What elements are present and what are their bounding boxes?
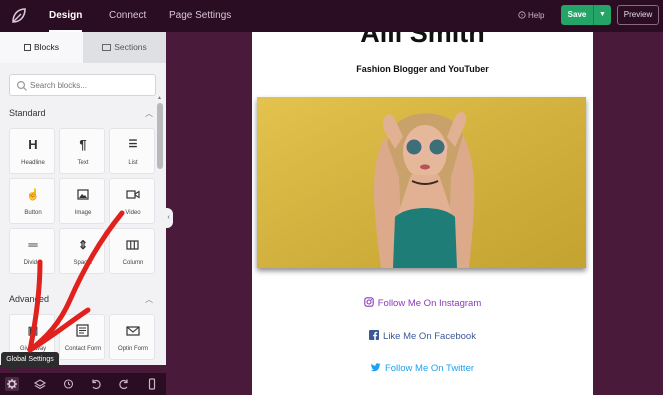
tab-blocks-label: Blocks xyxy=(33,42,60,52)
facebook-link[interactable]: Like Me On Facebook xyxy=(252,330,593,342)
block-label: Optin Form xyxy=(117,346,148,352)
block-contact-form[interactable]: Contact Form xyxy=(59,314,105,360)
standard-heading-label: Standard xyxy=(9,108,46,118)
sidebar-panel: Blocks Sections Standard ︿ H Headline ¶ … xyxy=(0,32,166,365)
block-image[interactable]: Image xyxy=(59,178,105,224)
layers-icon[interactable] xyxy=(33,377,47,391)
hero-photo-illustration xyxy=(257,97,586,268)
mail-icon xyxy=(126,326,140,336)
chevron-up-icon[interactable]: ︿ xyxy=(145,294,153,305)
sections-layout-icon xyxy=(102,44,112,51)
divider-icon: ═ xyxy=(28,237,38,252)
twitter-link-label: Follow Me On Twitter xyxy=(384,363,475,374)
advanced-heading-label: Advanced xyxy=(9,294,50,304)
collapse-sidebar-chevron-icon[interactable]: ‹ xyxy=(164,208,173,228)
block-spacer[interactable]: ⇕ Spacer xyxy=(59,228,105,274)
hero-image[interactable] xyxy=(257,97,586,268)
global-settings-tooltip: Global Settings xyxy=(1,352,59,372)
gift-icon: ▣ xyxy=(27,325,39,337)
chevron-up-icon[interactable]: ︿ xyxy=(145,108,153,119)
help-circle-icon: ? xyxy=(518,11,526,19)
save-button[interactable]: Save xyxy=(561,5,593,25)
block-label: Button xyxy=(24,210,42,216)
block-text[interactable]: ¶ Text xyxy=(59,128,105,174)
block-label: Spacer xyxy=(73,260,93,266)
save-options-chevron-down-icon[interactable]: ▼ xyxy=(593,5,611,25)
pointer-icon: ☝ xyxy=(26,189,40,201)
mobile-preview-icon[interactable] xyxy=(145,377,159,391)
scrollbar-thumb[interactable] xyxy=(157,103,163,169)
svg-text:?: ? xyxy=(521,13,524,19)
search-blocks-input[interactable] xyxy=(30,78,150,93)
gear-icon[interactable] xyxy=(5,377,19,391)
block-label: Contact Form xyxy=(64,346,102,352)
block-label: List xyxy=(128,160,138,166)
search-icon xyxy=(16,80,27,91)
block-video[interactable]: Video xyxy=(109,178,155,224)
sidebar-scrollbar[interactable]: ▲ ▼ xyxy=(157,95,164,365)
form-icon xyxy=(76,324,89,337)
block-label: Video xyxy=(125,210,141,216)
tab-page-settings[interactable]: Page Settings xyxy=(169,0,231,32)
video-icon xyxy=(126,190,140,199)
twitter-icon xyxy=(370,363,381,372)
landing-page-canvas[interactable]: Alli Smith Fashion Blogger and YouTuber xyxy=(252,32,593,395)
panel-tabs: Blocks Sections xyxy=(0,32,166,63)
list-icon: ☰ xyxy=(128,139,138,150)
page-title[interactable]: Alli Smith xyxy=(252,32,593,49)
scroll-up-icon[interactable]: ▲ xyxy=(157,95,162,101)
block-divider[interactable]: ═ Divider xyxy=(9,228,55,274)
tab-design[interactable]: Design xyxy=(49,0,83,32)
blocks-grid-icon xyxy=(23,44,31,51)
history-icon[interactable] xyxy=(61,377,75,391)
preview-button[interactable]: Preview xyxy=(617,5,659,25)
facebook-link-label: Like Me On Facebook xyxy=(383,331,476,342)
redo-icon[interactable] xyxy=(117,377,131,391)
page-subtitle[interactable]: Fashion Blogger and YouTuber xyxy=(252,64,593,74)
tab-connect[interactable]: Connect xyxy=(109,0,146,32)
save-button-group: Save ▼ xyxy=(561,5,611,25)
block-label: Divider xyxy=(23,260,43,266)
tab-blocks[interactable]: Blocks xyxy=(0,32,83,63)
bottom-toolbar xyxy=(0,373,166,395)
seedprod-logo-icon[interactable] xyxy=(9,6,29,26)
heading-icon: H xyxy=(28,137,38,152)
block-list[interactable]: ☰ List xyxy=(109,128,155,174)
instagram-icon xyxy=(364,297,374,307)
spacer-icon: ⇕ xyxy=(77,238,89,252)
instagram-link[interactable]: Follow Me On Instagram xyxy=(252,297,593,309)
undo-icon[interactable] xyxy=(89,377,103,391)
help-label: Help xyxy=(528,11,545,20)
search-blocks-field[interactable] xyxy=(9,74,156,96)
twitter-link[interactable]: Follow Me On Twitter xyxy=(252,362,593,374)
instagram-link-label: Follow Me On Instagram xyxy=(377,298,482,309)
block-label: Image xyxy=(74,210,92,216)
tab-sections-label: Sections xyxy=(114,42,147,52)
top-toolbar: Design Connect Page Settings ? Help Save… xyxy=(0,0,663,32)
block-label: Headline xyxy=(21,160,45,166)
block-headline[interactable]: H Headline xyxy=(9,128,55,174)
block-label: Column xyxy=(122,260,144,266)
image-icon xyxy=(77,189,89,200)
paragraph-icon: ¶ xyxy=(79,137,87,152)
advanced-section-heading[interactable]: Advanced ︿ xyxy=(9,294,155,308)
tab-sections[interactable]: Sections xyxy=(83,32,166,63)
facebook-icon xyxy=(369,330,380,340)
block-optin-form[interactable]: Optin Form xyxy=(109,314,155,360)
columns-icon xyxy=(126,240,139,250)
block-button[interactable]: ☝ Button xyxy=(9,178,55,224)
block-column[interactable]: Column xyxy=(109,228,155,274)
help-link[interactable]: ? Help xyxy=(518,0,544,32)
block-label: Text xyxy=(77,160,89,166)
standard-section-heading[interactable]: Standard ︿ xyxy=(9,108,155,122)
